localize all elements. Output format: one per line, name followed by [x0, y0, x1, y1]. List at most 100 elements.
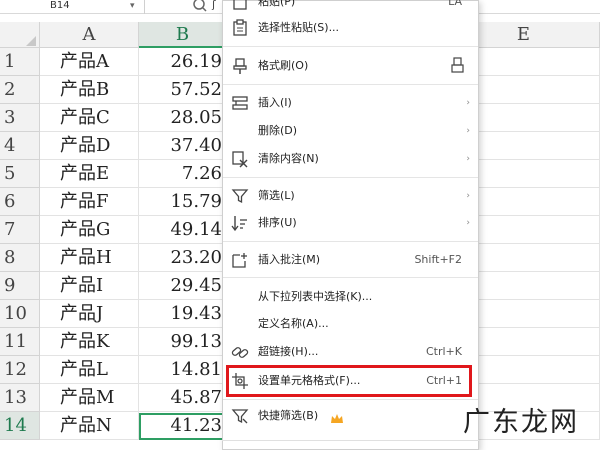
menu-separator — [223, 399, 478, 400]
column-header-b[interactable]: B — [139, 22, 227, 48]
cell-b[interactable]: 15.79 — [139, 188, 227, 216]
name-box-dropdown-icon[interactable]: ▾ — [130, 1, 135, 11]
cell-b[interactable]: 7.26 — [139, 160, 227, 188]
menu-item-label: 定义名称(A)... — [258, 317, 329, 330]
quick-filter-icon — [231, 407, 249, 425]
hyperlink-chain-icon — [231, 343, 249, 361]
cell-a[interactable]: 产品F — [40, 188, 139, 216]
submenu-arrow-icon: › — [466, 126, 470, 136]
cell-b[interactable]: 23.20 — [139, 244, 227, 272]
row-header[interactable]: 10 — [0, 300, 40, 328]
menu-item-label: 格式刷(O) — [258, 59, 309, 72]
row-header[interactable]: 13 — [0, 384, 40, 412]
row-header[interactable]: 7 — [0, 216, 40, 244]
menu-item-label: 选择性粘贴(S)... — [258, 21, 340, 34]
menu-separator — [223, 84, 478, 85]
cell-b[interactable]: 28.05 — [139, 104, 227, 132]
menu-item-label: 从下拉列表中选择(K)... — [258, 290, 373, 303]
cell-a[interactable]: 产品H — [40, 244, 139, 272]
row-header[interactable]: 12 — [0, 356, 40, 384]
menu-bottom-edge — [222, 440, 479, 450]
cell-a[interactable]: 产品L — [40, 356, 139, 384]
row-header[interactable]: 14 — [0, 412, 40, 440]
menu-item-delete[interactable]: 删除(D) › — [223, 117, 478, 145]
cell-a[interactable]: 产品N — [40, 412, 139, 440]
cell-b[interactable]: 37.40 — [139, 132, 227, 160]
cell-b[interactable]: 57.52 — [139, 76, 227, 104]
menu-item-quick-filter[interactable]: 快捷筛选(B) — [223, 402, 478, 430]
paste-special-icon — [231, 19, 249, 37]
menu-item-label: 快捷筛选(B) — [258, 409, 319, 422]
premium-crown-icon — [330, 408, 344, 436]
column-header-a[interactable]: A — [40, 22, 139, 48]
insert-icon — [231, 94, 249, 112]
submenu-arrow-icon: › — [466, 98, 470, 108]
format-painter-icon — [231, 57, 249, 75]
cell-a[interactable]: 产品A — [40, 48, 139, 76]
menu-item-filter[interactable]: 筛选(L) › — [223, 182, 478, 210]
menu-item-insert[interactable]: 插入(I) › — [223, 89, 478, 117]
filter-funnel-icon — [231, 187, 249, 205]
row-header[interactable]: 5 — [0, 160, 40, 188]
menu-item-label: 排序(U) — [258, 216, 297, 229]
clear-eraser-icon — [231, 150, 249, 168]
menu-item-label: 删除(D) — [258, 124, 298, 137]
menu-item-label: 插入批注(M) — [258, 253, 321, 266]
cell-b[interactable]: 26.19 — [139, 48, 227, 76]
cell-a[interactable]: 产品K — [40, 328, 139, 356]
select-all-triangle-icon — [26, 36, 36, 46]
cell-b[interactable]: 99.13 — [139, 328, 227, 356]
formula-fragment: ʃ — [211, 0, 216, 11]
menu-item-pick-from-list[interactable]: 从下拉列表中选择(K)... — [223, 283, 478, 311]
row-header[interactable]: 3 — [0, 104, 40, 132]
menu-item-insert-comment[interactable]: 插入批注(M) Shift+F2 — [223, 246, 478, 274]
cell-a[interactable]: 产品C — [40, 104, 139, 132]
annotation-highlight-box — [226, 365, 472, 397]
row-header[interactable]: 2 — [0, 76, 40, 104]
row-header[interactable]: 8 — [0, 244, 40, 272]
menu-item-hyperlink[interactable]: 超链接(H)... Ctrl+K — [223, 338, 478, 366]
cell-a[interactable]: 产品E — [40, 160, 139, 188]
cell-a[interactable]: 产品B — [40, 76, 139, 104]
cell-b[interactable]: 45.87 — [139, 384, 227, 412]
cell-a[interactable]: 产品I — [40, 272, 139, 300]
menu-item-paste-special[interactable]: 选择性粘贴(S)... — [223, 14, 478, 42]
menu-separator — [223, 277, 478, 278]
menu-separator — [223, 46, 478, 47]
cell-b[interactable]: 19.43 — [139, 300, 227, 328]
submenu-arrow-icon: › — [466, 191, 470, 201]
row-header[interactable]: 11 — [0, 328, 40, 356]
cell-b[interactable]: 49.14 — [139, 216, 227, 244]
menu-item-clear-contents[interactable]: 清除内容(N) › — [223, 145, 478, 173]
cell-b[interactable]: 14.81 — [139, 356, 227, 384]
paste-icon — [231, 0, 249, 11]
cell-b[interactable]: 29.45 — [139, 272, 227, 300]
menu-item-shortcut: Ctrl+K — [425, 345, 462, 358]
sort-icon — [231, 214, 249, 232]
cell-a[interactable]: 产品J — [40, 300, 139, 328]
submenu-arrow-icon: › — [466, 154, 470, 164]
cell-a[interactable]: 产品G — [40, 216, 139, 244]
menu-item-label: 筛选(L) — [258, 189, 295, 202]
menu-item-shortcut: Shift+F2 — [414, 253, 462, 266]
row-header[interactable]: 6 — [0, 188, 40, 216]
format-painter-extra-icon[interactable] — [448, 56, 466, 85]
menu-item-label: 超链接(H)... — [258, 345, 319, 358]
menu-item-sort[interactable]: 排序(U) › — [223, 209, 478, 237]
cell-a[interactable]: 产品M — [40, 384, 139, 412]
menu-item-label: 插入(I) — [258, 96, 292, 109]
menu-separator — [223, 177, 478, 178]
menu-separator — [223, 241, 478, 242]
cell-a[interactable]: 产品D — [40, 132, 139, 160]
menu-item-format-painter[interactable]: 格式刷(O) — [223, 52, 478, 80]
name-box[interactable]: B14 — [0, 0, 145, 14]
zoom-search-icon[interactable]: ʃ — [192, 0, 222, 17]
submenu-arrow-icon: › — [466, 218, 470, 228]
watermark-text: 广东龙网 — [463, 407, 579, 438]
row-header[interactable]: 9 — [0, 272, 40, 300]
row-header[interactable]: 1 — [0, 48, 40, 76]
insert-comment-icon — [231, 251, 249, 269]
menu-item-define-name[interactable]: 定义名称(A)... — [223, 310, 478, 338]
row-header[interactable]: 4 — [0, 132, 40, 160]
menu-item-label: 清除内容(N) — [258, 152, 319, 165]
